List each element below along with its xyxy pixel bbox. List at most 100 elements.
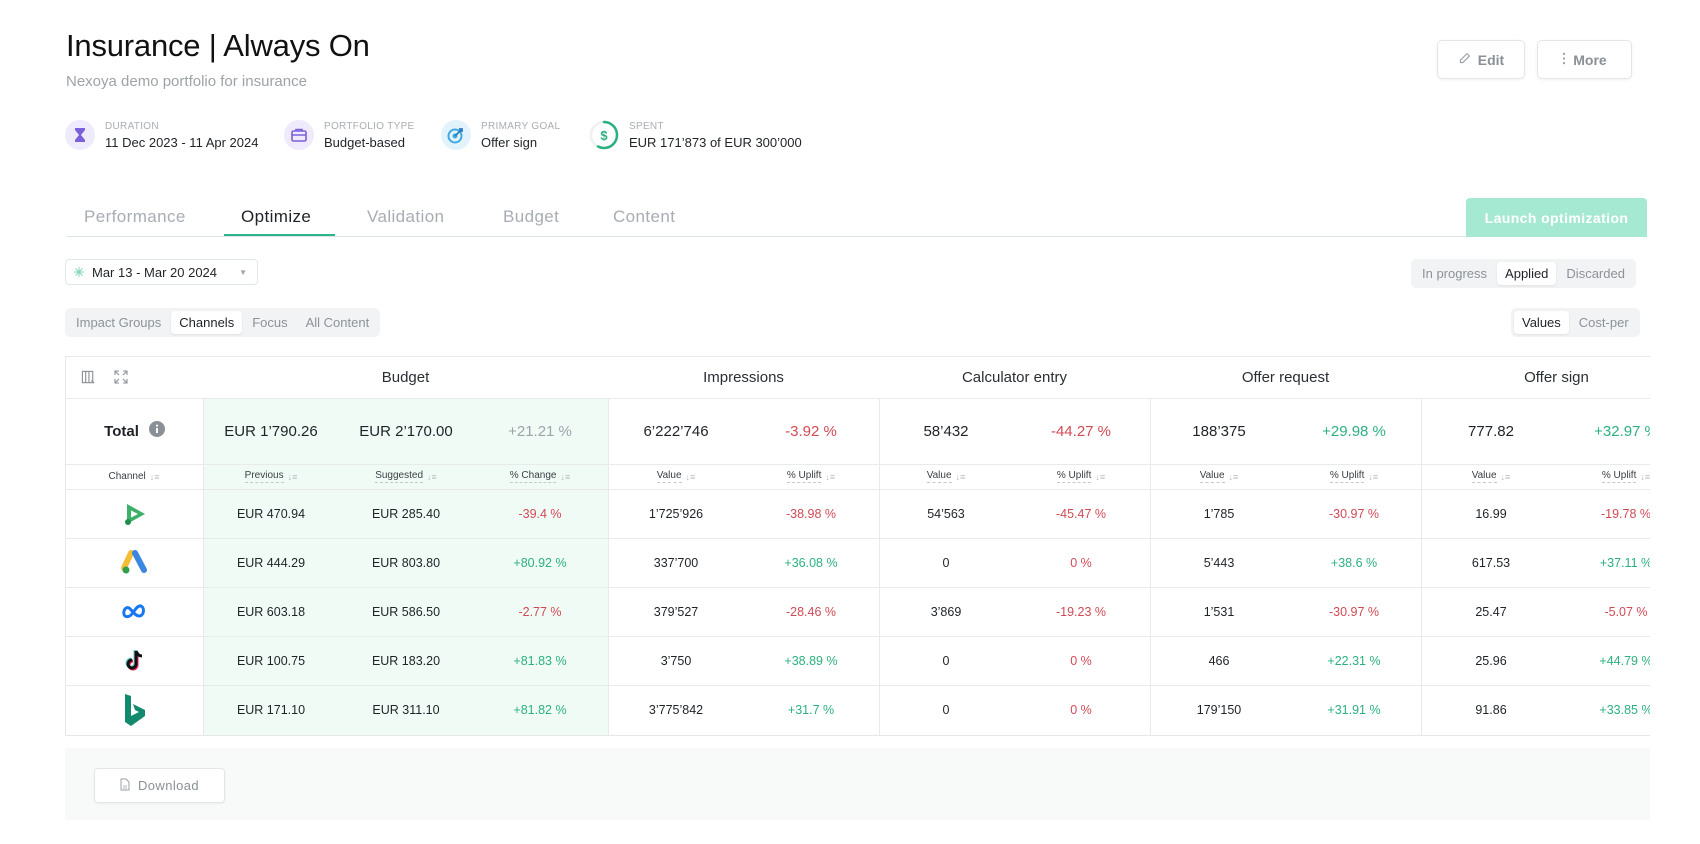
sort-icon[interactable]: ↓≡ — [1368, 472, 1378, 482]
total-budget-previous: EUR 1’790.26 — [224, 422, 318, 440]
tab-content[interactable]: Content — [613, 207, 675, 227]
tab-validation[interactable]: Validation — [367, 207, 444, 227]
row-divider — [66, 538, 1650, 539]
column-divider — [203, 398, 204, 735]
edit-button[interactable]: Edit — [1437, 40, 1525, 79]
table-cell: EUR 171.10 — [236, 702, 306, 717]
tab-budget[interactable]: Budget — [503, 207, 559, 227]
info-icon[interactable] — [148, 421, 165, 441]
column-settings-icon[interactable] — [80, 369, 96, 385]
view-option-all-content[interactable]: All Content — [298, 311, 378, 334]
more-label: More — [1573, 51, 1607, 68]
sort-header[interactable]: Value ↓≡ — [1431, 464, 1551, 489]
meta-label: Duration — [105, 120, 159, 132]
status-option-applied[interactable]: Applied — [1497, 262, 1557, 285]
table-cell: 0 % — [1070, 555, 1092, 570]
sort-header[interactable]: Suggested ↓≡ — [346, 464, 466, 489]
table-cell: 0 — [942, 653, 950, 668]
table-cell: +36.08 % — [784, 555, 838, 570]
value-option-cost-per[interactable]: Cost-per — [1571, 311, 1637, 334]
meta-value: Budget-based — [324, 134, 405, 150]
table-cell: 1’531 — [1203, 604, 1235, 619]
sort-icon[interactable]: ↓≡ — [288, 472, 298, 482]
table-cell: +33.85 % — [1599, 702, 1650, 717]
sort-icon[interactable]: ↓≡ — [1640, 472, 1650, 482]
meta-label: Portfolio type — [324, 120, 415, 132]
view-option-impact-groups[interactable]: Impact Groups — [68, 311, 169, 334]
table-cell: -30.97 % — [1328, 604, 1380, 619]
file-icon — [120, 778, 130, 794]
tab-performance[interactable]: Performance — [84, 207, 186, 227]
view-option-focus[interactable]: Focus — [244, 311, 295, 334]
table-cell: 3’775’842 — [648, 702, 704, 717]
sort-header[interactable]: % Uplift ↓≡ — [1294, 464, 1414, 489]
expand-icon[interactable] — [113, 369, 129, 385]
download-button[interactable]: Download — [94, 768, 225, 803]
sort-header[interactable]: % Uplift ↓≡ — [751, 464, 871, 489]
table-cell: -45.47 % — [1055, 506, 1107, 521]
sort-icon[interactable]: ↓≡ — [956, 472, 966, 482]
table-cell: EUR 586.50 — [371, 604, 441, 619]
table-footer: Download — [65, 748, 1650, 820]
sort-header[interactable]: Channel ↓≡ — [74, 464, 194, 489]
sort-header[interactable]: Value ↓≡ — [616, 464, 736, 489]
tab-optimize[interactable]: Optimize — [241, 207, 311, 227]
pencil-icon — [1458, 52, 1471, 68]
sort-icon[interactable]: ↓≡ — [825, 472, 835, 482]
view-option-channels[interactable]: Channels — [171, 311, 243, 334]
date-range-picker[interactable]: Mar 13 - Mar 20 2024 ▼ — [65, 259, 258, 285]
table-cell: +38.89 % — [784, 653, 838, 668]
sort-header[interactable]: Previous ↓≡ — [211, 464, 331, 489]
sort-icon[interactable]: ↓≡ — [560, 472, 570, 482]
table-cell: +37.11 % — [1599, 555, 1650, 570]
sort-icon[interactable]: ↓≡ — [1229, 472, 1239, 482]
table-cell: EUR 183.20 — [371, 653, 441, 668]
table-cell: -19.23 % — [1055, 604, 1107, 619]
sort-icon[interactable]: ↓≡ — [686, 472, 696, 482]
launch-optimization-button[interactable]: Launch optimization — [1466, 198, 1647, 237]
sort-icon[interactable]: ↓≡ — [150, 472, 160, 482]
sort-header-label: % Uplift — [1329, 470, 1365, 483]
target-icon — [441, 120, 471, 150]
sort-header[interactable]: % Uplift ↓≡ — [1566, 464, 1650, 489]
sort-header[interactable]: Value ↓≡ — [886, 464, 1006, 489]
table-cell: EUR 285.40 — [371, 506, 441, 521]
sort-header[interactable]: % Change ↓≡ — [480, 464, 600, 489]
table-cell: 91.86 — [1475, 702, 1507, 717]
status-option-discarded[interactable]: Discarded — [1558, 262, 1633, 285]
row-divider — [66, 587, 1650, 588]
sort-header[interactable]: % Uplift ↓≡ — [1021, 464, 1141, 489]
optimization-table: Budget Impressions Calculator entry Offer r… — [65, 356, 1650, 736]
dollar-progress-icon: $ — [589, 120, 619, 150]
table-cell: 337’700 — [653, 555, 699, 570]
sort-icon[interactable]: ↓≡ — [1501, 472, 1511, 482]
table-cell: -30.97 % — [1328, 506, 1380, 521]
table-cell: +31.91 % — [1327, 702, 1381, 717]
total-label: Total — [104, 422, 139, 440]
table-cell: 179’150 — [1196, 702, 1242, 717]
table-cell: 5’443 — [1203, 555, 1235, 570]
table-cell: -2.77 % — [518, 604, 562, 619]
group-header: Offer request — [1241, 369, 1330, 386]
sort-header-label: % Change — [509, 470, 557, 483]
table-cell: 54’563 — [927, 506, 965, 521]
date-range-value: Mar 13 - Mar 20 2024 — [92, 264, 218, 280]
group-header: Budget — [381, 369, 430, 386]
table-cell: +31.7 % — [787, 702, 835, 717]
more-button[interactable]: More — [1537, 40, 1632, 79]
sort-header[interactable]: Value ↓≡ — [1159, 464, 1279, 489]
value-option-values[interactable]: Values — [1514, 311, 1569, 334]
table-cell: 0 % — [1070, 653, 1092, 668]
table-cell: +22.31 % — [1327, 653, 1381, 668]
dv360-icon — [66, 489, 203, 538]
tab-bar: Performance Optimize Validation Budget C… — [66, 199, 1646, 237]
total-offer-sign-uplift: +32.97 % — [1594, 422, 1650, 440]
sort-icon[interactable]: ↓≡ — [427, 472, 437, 482]
sort-icon[interactable]: ↓≡ — [1095, 472, 1105, 482]
table-cell: +81.83 % — [513, 653, 567, 668]
svg-text:$: $ — [600, 128, 608, 143]
sort-header-label: Channel — [108, 470, 146, 482]
status-option-in-progress[interactable]: In progress — [1414, 262, 1495, 285]
total-calculator-uplift: -44.27 % — [1050, 422, 1112, 440]
sort-header-label: Previous — [244, 470, 284, 483]
